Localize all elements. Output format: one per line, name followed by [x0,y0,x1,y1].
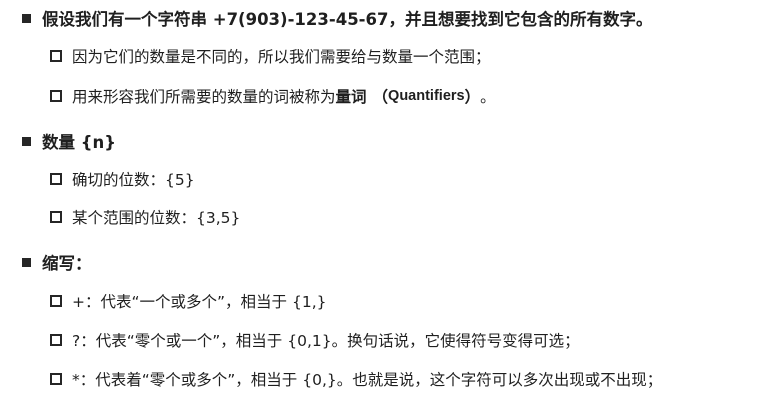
paren-close: ） [464,88,481,106]
square-bullet-icon [22,136,31,146]
hollow-square-bullet-icon [50,334,62,346]
section-heading-text: 假设我们有一个字符串 +7(903)-123-45-67，并且想要找到它包含的所… [42,10,653,29]
list-item-text: 因为它们的数量是不同的，所以我们需要给与数量一个范围； [72,48,491,66]
list-item: *：代表着“零个或多个”，相当于 {0,}。也就是说，这个字符可以多次出现或不出… [50,368,662,390]
list-item: ?：代表“零个或一个”，相当于 {0,1}。换句话说，它使得符号变得可选； [50,329,580,351]
hollow-square-bullet-icon [50,295,62,307]
list-item-text: 某个范围的位数：{3,5} [72,209,241,227]
list-item-text: +：代表“一个或多个”，相当于 {1,} [72,293,327,311]
list-item-text: 确切的位数：{5} [72,171,195,189]
hollow-square-bullet-icon [50,373,62,385]
quantifier-term-english: Quantifiers [388,88,465,104]
paren-open: （ [372,88,389,106]
square-bullet-icon [22,13,31,23]
slide: 假设我们有一个字符串 +7(903)-123-45-67，并且想要找到它包含的所… [0,0,776,402]
section-heading-text: 数量 {n} [42,133,116,152]
hollow-square-bullet-icon [50,50,62,62]
hollow-square-bullet-icon [50,211,62,223]
section-heading: 假设我们有一个字符串 +7(903)-123-45-67，并且想要找到它包含的所… [22,6,652,30]
list-item: 因为它们的数量是不同的，所以我们需要给与数量一个范围； [50,45,491,67]
list-item: +：代表“一个或多个”，相当于 {1,} [50,290,327,312]
list-item-text: ?：代表“零个或一个”，相当于 {0,1}。换句话说，它使得符号变得可选； [72,332,580,350]
list-item: 确切的位数：{5} [50,168,195,190]
list-item-text: *：代表着“零个或多个”，相当于 {0,}。也就是说，这个字符可以多次出现或不出… [72,371,663,389]
square-bullet-icon [22,257,31,267]
hollow-square-bullet-icon [50,173,62,185]
list-item: 某个范围的位数：{3,5} [50,206,240,228]
list-item-end: 。 [480,88,496,106]
list-item: 用来形容我们所需要的数量的词被称为 量词 （ Quantifiers ） 。 [50,85,496,107]
quantifier-term: 量词 [335,88,367,106]
section-heading-text: 缩写： [42,254,92,273]
section-heading: 数量 {n} [22,129,116,153]
list-item-text: 用来形容我们所需要的数量的词被称为 [72,88,336,106]
hollow-square-bullet-icon [50,90,62,102]
section-heading: 缩写： [22,250,92,274]
